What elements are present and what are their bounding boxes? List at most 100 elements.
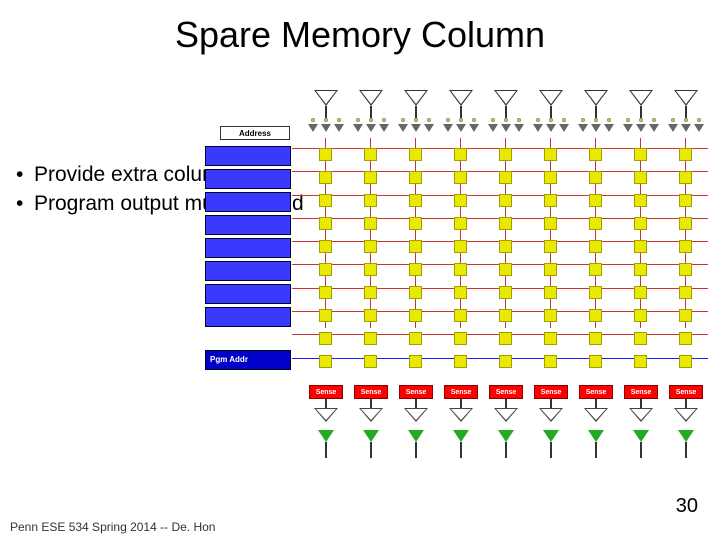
memory-cell [364, 148, 377, 161]
output-mux-icon [404, 408, 428, 422]
memory-cell [409, 148, 422, 161]
output-mux-icon [584, 408, 608, 422]
wire [595, 442, 597, 458]
memory-cell [589, 194, 602, 207]
memory-cell [409, 309, 422, 322]
input-buffer-icon [314, 90, 338, 106]
memory-cell [634, 286, 647, 299]
wire [370, 106, 372, 118]
memory-cell [634, 194, 647, 207]
memory-cell [364, 332, 377, 345]
address-row [205, 169, 291, 189]
memory-cell [409, 355, 422, 368]
address-row [205, 284, 291, 304]
memory-cell [454, 148, 467, 161]
memory-cell [319, 148, 332, 161]
address-row [205, 215, 291, 235]
memory-cell [589, 148, 602, 161]
column-driver [441, 118, 481, 138]
output-mux-icon [674, 408, 698, 422]
output-mux-icon [359, 408, 383, 422]
memory-cell [499, 194, 512, 207]
cell-stack [364, 148, 377, 378]
input-buffer-icon [629, 90, 653, 106]
memory-array-diagram: Address Pgm Addr SenseSenseSenseSenseSen… [200, 90, 710, 490]
input-buffer-icon [539, 90, 563, 106]
memory-cell [409, 171, 422, 184]
column-driver [666, 118, 706, 138]
sense-amp: Sense [399, 385, 433, 399]
memory-cell [544, 217, 557, 230]
memory-cell [499, 217, 512, 230]
memory-cell [679, 332, 692, 345]
memory-cell [364, 194, 377, 207]
wire [325, 106, 327, 118]
memory-cell [409, 263, 422, 276]
output-mux-icon [314, 408, 338, 422]
output-mux-icon [629, 408, 653, 422]
memory-cell [589, 171, 602, 184]
memory-cell [409, 332, 422, 345]
memory-column: Sense [574, 90, 618, 470]
memory-cell [589, 263, 602, 276]
memory-column: Sense [304, 90, 348, 470]
sense-amp: Sense [354, 385, 388, 399]
input-buffer-icon [494, 90, 518, 106]
column-driver [351, 118, 391, 138]
memory-cell [544, 309, 557, 322]
wire [640, 442, 642, 458]
address-label: Address [220, 126, 290, 140]
wire [325, 442, 327, 458]
cell-stack [634, 148, 647, 378]
sense-amp: Sense [444, 385, 478, 399]
memory-cell [319, 332, 332, 345]
memory-column: Sense [664, 90, 708, 470]
memory-cell [589, 240, 602, 253]
memory-cell [499, 171, 512, 184]
memory-cell [499, 263, 512, 276]
memory-column: Sense [439, 90, 483, 470]
memory-cell [679, 286, 692, 299]
memory-cell [634, 240, 647, 253]
memory-cell [319, 171, 332, 184]
memory-cell [589, 309, 602, 322]
wire [370, 442, 372, 458]
memory-cell [544, 148, 557, 161]
input-buffer-icon [359, 90, 383, 106]
memory-cell [454, 332, 467, 345]
memory-cell [499, 148, 512, 161]
memory-cell [499, 332, 512, 345]
input-buffer-icon [674, 90, 698, 106]
wire [505, 106, 507, 118]
memory-cell [679, 355, 692, 368]
memory-cell [679, 194, 692, 207]
memory-cell [319, 194, 332, 207]
output-mux-icon [494, 408, 518, 422]
cell-stack [454, 148, 467, 378]
memory-cell [454, 309, 467, 322]
memory-cell [364, 240, 377, 253]
memory-cell [319, 286, 332, 299]
memory-cell [319, 309, 332, 322]
output-buffer-icon [588, 430, 604, 442]
wire [415, 106, 417, 118]
memory-cell [364, 171, 377, 184]
memory-cell [544, 171, 557, 184]
memory-cell [679, 148, 692, 161]
memory-cell [679, 240, 692, 253]
memory-cell [679, 171, 692, 184]
memory-cell [364, 309, 377, 322]
memory-cell [634, 332, 647, 345]
wire [550, 106, 552, 118]
memory-column: Sense [349, 90, 393, 470]
memory-cell [589, 332, 602, 345]
memory-cell [409, 194, 422, 207]
memory-cell [679, 263, 692, 276]
wire [685, 106, 687, 118]
sense-amp: Sense [489, 385, 523, 399]
address-decoder-column [205, 146, 291, 330]
address-row [205, 307, 291, 327]
cell-stack [319, 148, 332, 378]
memory-cell [634, 148, 647, 161]
column-driver [621, 118, 661, 138]
